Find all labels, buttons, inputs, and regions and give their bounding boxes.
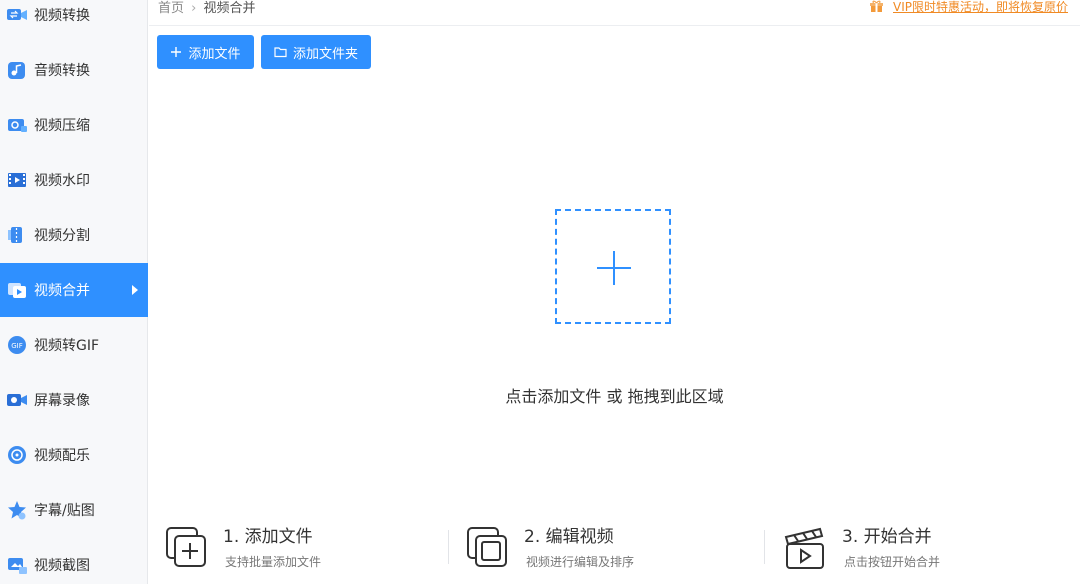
step-edit-video: 2. 编辑视频 视频进行编辑及排序 <box>464 520 754 576</box>
step-title: 3. 开始合并 <box>842 527 932 547</box>
sidebar-item-video-to-gif[interactable]: GIF 视频转GIF <box>0 318 148 372</box>
folder-icon <box>274 46 287 58</box>
sidebar-item-label: 视频水印 <box>34 173 90 189</box>
step-title: 1. 添加文件 <box>223 527 313 547</box>
sidebar-item-label: 音频转换 <box>34 63 90 79</box>
sidebar-item-label: 视频合并 <box>34 283 90 299</box>
svg-text:GIF: GIF <box>11 342 23 350</box>
step-description: 支持批量添加文件 <box>225 555 322 569</box>
drop-hint: 点击添加文件 或 拖拽到此区域 <box>505 387 724 406</box>
add-file-label: 添加文件 <box>188 46 241 62</box>
sidebar-item-video-compress[interactable]: 视频压缩 <box>0 98 148 152</box>
breadcrumb: 首页 › 视频合并 <box>158 0 256 16</box>
promo-text: VIP限时特惠活动，即将恢复原价 <box>893 0 1068 14</box>
video-screenshot-icon <box>6 554 28 576</box>
video-to-gif-icon: GIF <box>6 334 28 356</box>
audio-convert-icon <box>6 59 28 81</box>
gift-icon <box>870 0 883 13</box>
sidebar-item-video-merge[interactable]: 视频合并 <box>0 263 148 317</box>
chevron-right-icon <box>132 285 138 295</box>
step-title: 2. 编辑视频 <box>524 527 614 547</box>
sidebar-item-label: 字幕/贴图 <box>34 503 95 519</box>
sidebar-item-label: 视频分割 <box>34 228 90 244</box>
breadcrumb-separator: › <box>191 1 197 16</box>
sidebar-item-label: 视频转换 <box>34 8 90 24</box>
sidebar-item-video-split[interactable]: 视频分割 <box>0 208 148 262</box>
sidebar-item-screen-record[interactable]: 屏幕录像 <box>0 373 148 427</box>
video-merge-icon <box>6 279 28 301</box>
edit-video-icon <box>464 524 512 572</box>
sidebar-item-video-convert[interactable]: 视频转换 <box>0 0 148 42</box>
top-bar: 首页 › 视频合并 VIP限时特惠活动，即将恢复原价 <box>149 0 1080 26</box>
subtitle-sticker-icon <box>6 499 28 521</box>
breadcrumb-current: 视频合并 <box>203 1 256 16</box>
add-files-icon <box>163 524 211 572</box>
step-divider <box>764 530 765 564</box>
step-description: 点击按钮开始合并 <box>844 555 941 569</box>
add-folder-button[interactable]: 添加文件夹 <box>261 35 371 69</box>
sidebar-item-audio-convert[interactable]: 音频转换 <box>0 43 148 97</box>
plus-icon <box>170 46 182 58</box>
video-convert-icon <box>6 4 28 26</box>
video-watermark-icon <box>6 169 28 191</box>
clapperboard-icon <box>782 524 830 572</box>
video-split-icon <box>6 224 28 246</box>
vip-promo-link[interactable]: VIP限时特惠活动，即将恢复原价 <box>870 0 1068 15</box>
sidebar-item-label: 视频截图 <box>34 558 90 574</box>
step-start-merge: 3. 开始合并 点击按钮开始合并 <box>782 520 1072 576</box>
step-divider <box>448 530 449 564</box>
video-compress-icon <box>6 114 28 136</box>
sidebar-item-subtitle-sticker[interactable]: 字幕/贴图 <box>0 483 148 537</box>
step-add-files: 1. 添加文件 支持批量添加文件 <box>163 520 443 576</box>
sidebar: 视频转换 音频转换 视频压缩 视频水印 视频分割 视频合并 GIF 视频转GIF… <box>0 0 148 584</box>
sidebar-item-label: 视频转GIF <box>34 338 100 354</box>
sidebar-item-label: 视频配乐 <box>34 448 90 464</box>
add-file-button[interactable]: 添加文件 <box>157 35 254 69</box>
screen-record-icon <box>6 389 28 411</box>
breadcrumb-home[interactable]: 首页 <box>158 1 184 16</box>
file-drop-zone[interactable] <box>555 209 671 324</box>
sidebar-item-video-screenshot[interactable]: 视频截图 <box>0 538 148 584</box>
sidebar-item-label: 视频压缩 <box>34 118 90 134</box>
step-description: 视频进行编辑及排序 <box>526 555 635 569</box>
sidebar-item-video-music[interactable]: 视频配乐 <box>0 428 148 482</box>
sidebar-item-label: 屏幕录像 <box>34 393 90 409</box>
add-folder-label: 添加文件夹 <box>292 46 358 62</box>
sidebar-item-video-watermark[interactable]: 视频水印 <box>0 153 148 207</box>
video-music-icon <box>6 444 28 466</box>
